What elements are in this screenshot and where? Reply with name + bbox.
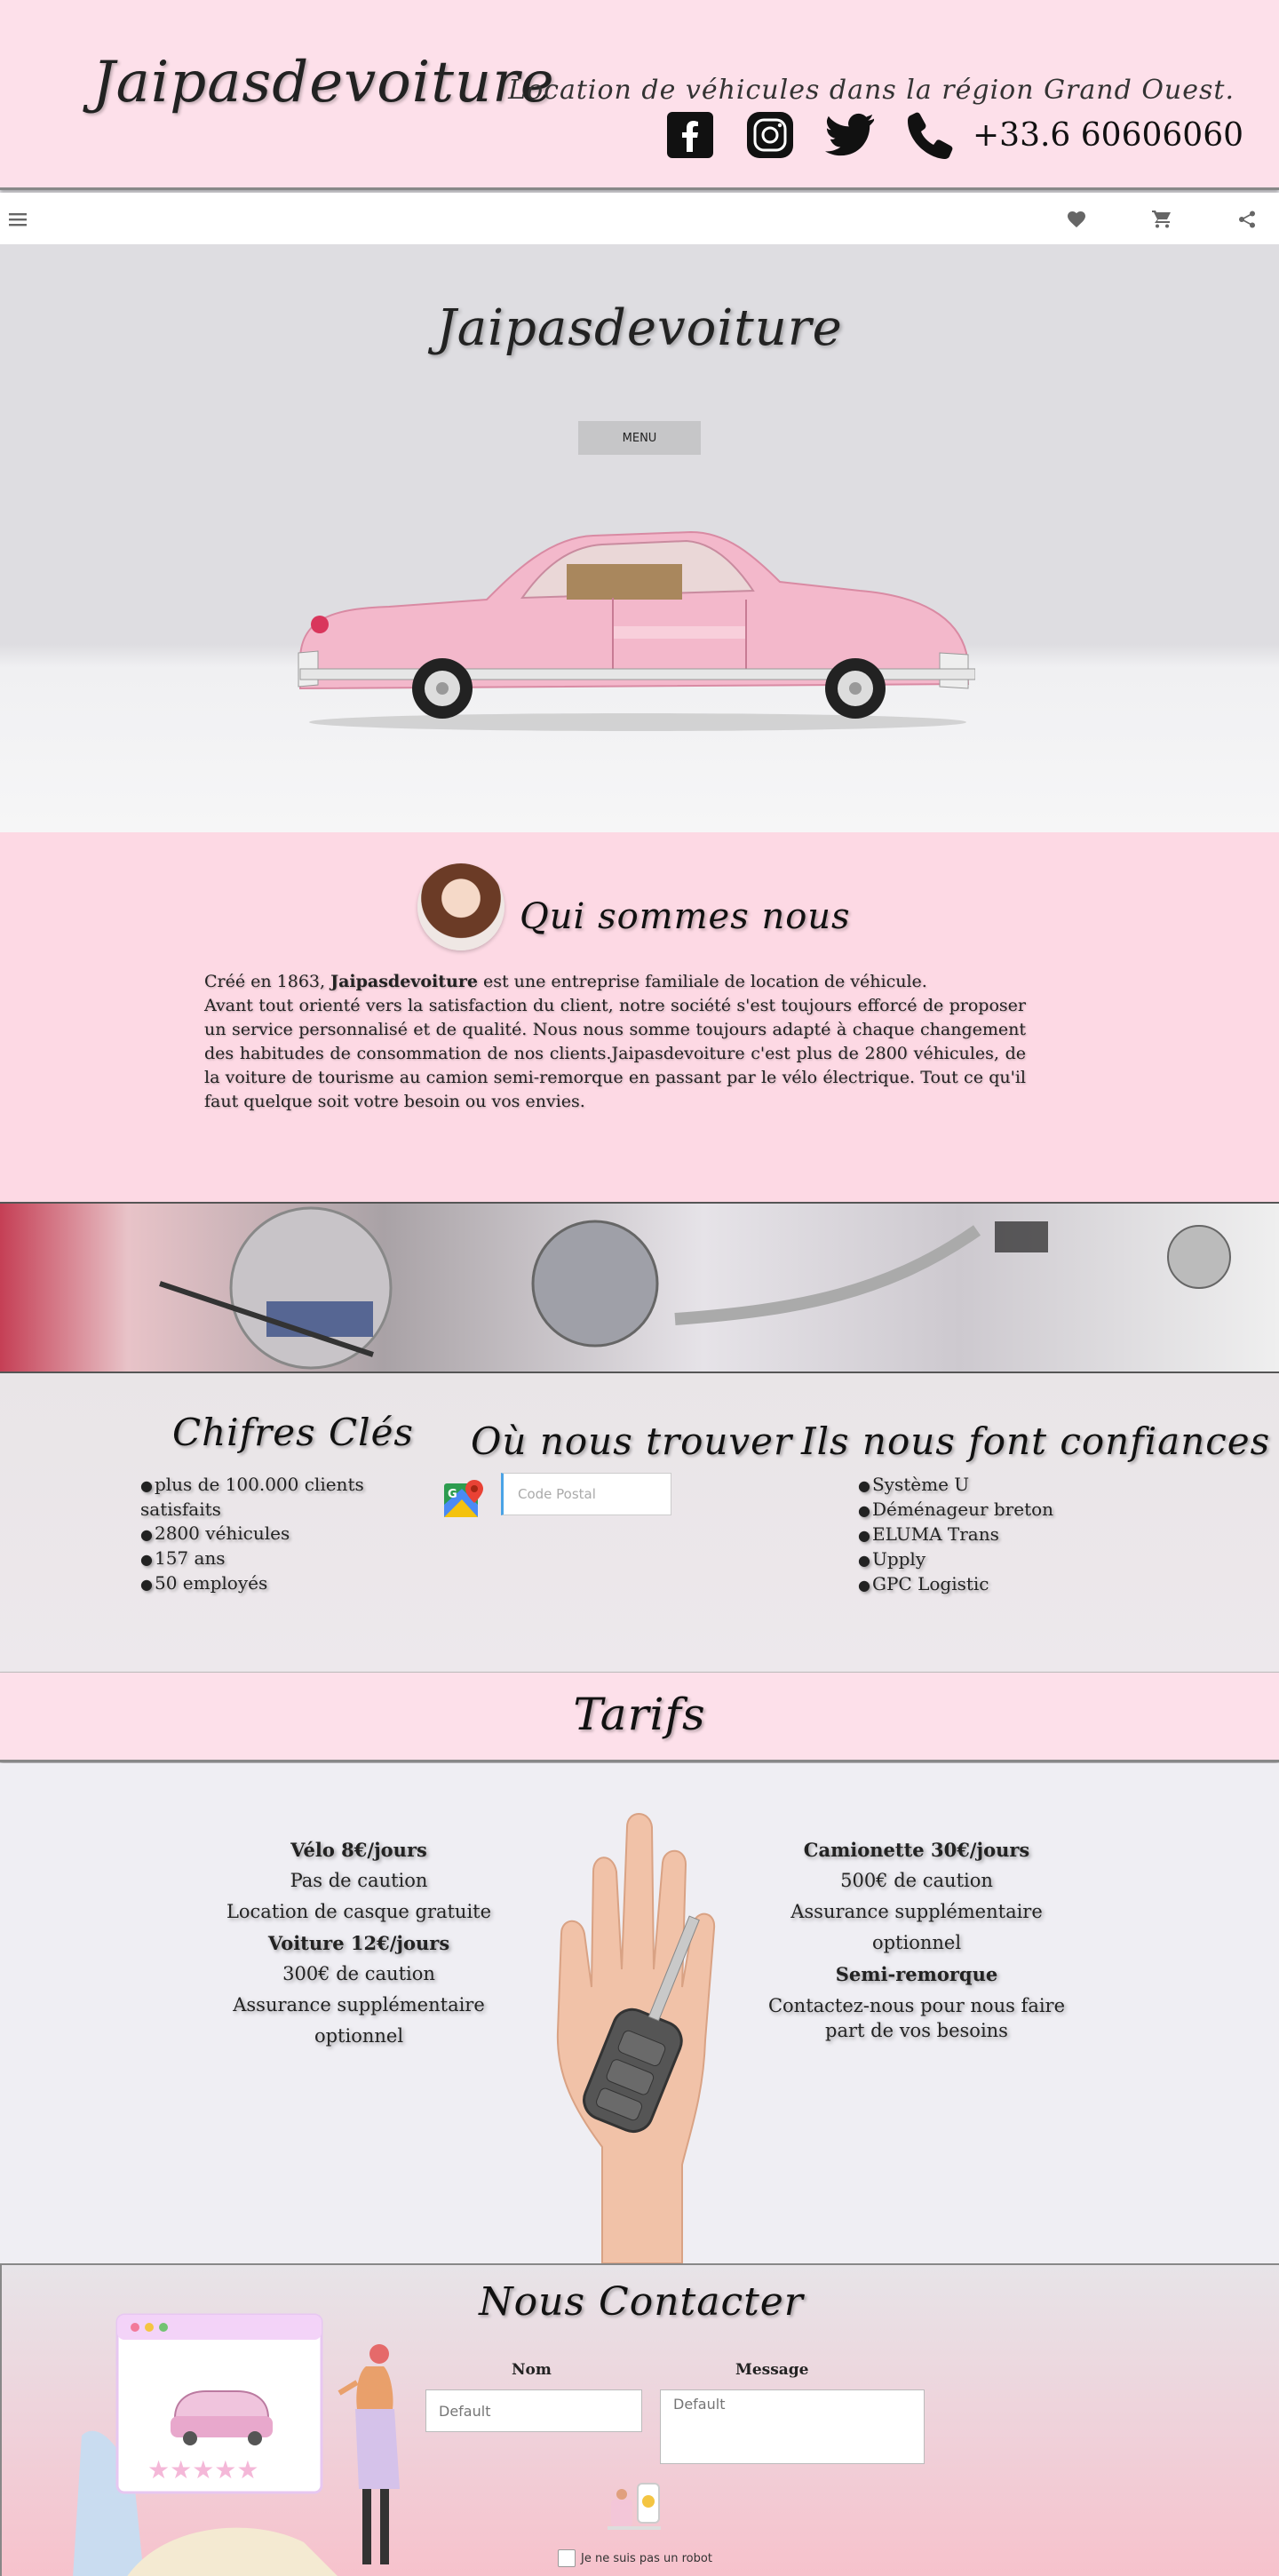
- list-item: Système U: [858, 1473, 1089, 1498]
- svg-text:★★★★★: ★★★★★: [147, 2455, 259, 2485]
- captcha-checkbox[interactable]: Je ne suis pas un robot: [558, 2549, 712, 2567]
- info-section: Chifres Clés plus de 100.000 clients sat…: [0, 1373, 1279, 1672]
- share-icon[interactable]: [1236, 209, 1258, 230]
- site-logo[interactable]: Jaipasdevoiture: [92, 50, 555, 115]
- name-input[interactable]: [425, 2389, 642, 2432]
- captcha-box[interactable]: [558, 2549, 576, 2567]
- tarif-line: Assurance supplémentaire optionnel: [233, 1994, 485, 2047]
- social-links: +33.6 60606060: [665, 110, 1243, 160]
- postal-code-input[interactable]: [501, 1473, 671, 1515]
- founder-avatar: [417, 863, 504, 950]
- pink-car-image: [298, 530, 975, 731]
- tarif-line: Semi-remorque: [835, 1963, 998, 1985]
- about-intro-suffix: est une entreprise familiale de location…: [477, 972, 927, 991]
- twitter-icon[interactable]: [825, 110, 875, 160]
- tarifs-header: Tarifs: [0, 1672, 1279, 1762]
- partners-list: Système U Déménageur breton ELUMA Trans …: [858, 1473, 1089, 1597]
- tarif-line: 500€ de caution: [840, 1870, 993, 1891]
- key-figures-list: plus de 100.000 clients satisfaits 2800 …: [140, 1473, 371, 1596]
- svg-text:G: G: [448, 1488, 457, 1501]
- toolbar: [0, 193, 1279, 244]
- tarif-line: Contactez-nous pour nous faire part de v…: [767, 1995, 1066, 2041]
- list-item: Upply: [858, 1547, 1089, 1572]
- tarifs-left-column: Vélo 8€/jours Pas de caution Location de…: [197, 1834, 520, 2052]
- header-tagline: Location de véhicules dans la région Gra…: [508, 75, 1235, 106]
- about-title: Qui sommes nous: [520, 896, 851, 937]
- phone-number[interactable]: +33.6 60606060: [973, 117, 1243, 154]
- list-item: Déménageur breton: [858, 1498, 1089, 1523]
- about-intro-prefix: Créé en 1863,: [204, 972, 331, 991]
- captcha-label: Je ne suis pas un robot: [581, 2551, 712, 2565]
- tarif-line: Voiture 12€/jours: [267, 1932, 450, 1954]
- about-section: Qui sommes nous Créé en 1863, Jaipasdevo…: [0, 832, 1279, 1202]
- key-figures-title: Chifres Clés: [172, 1411, 414, 1454]
- about-text: Créé en 1863, Jaipasdevoiture est une en…: [204, 970, 1026, 1114]
- list-item: ELUMA Trans: [858, 1523, 1089, 1547]
- captcha-illustration: [608, 2483, 661, 2530]
- list-item: 157 ans: [140, 1546, 371, 1571]
- cart-icon[interactable]: [1151, 209, 1172, 230]
- tarif-line: Location de casque gratuite: [226, 1901, 492, 1922]
- message-input[interactable]: [660, 2389, 925, 2464]
- about-brand: Jaipasdevoiture: [330, 972, 478, 991]
- heart-icon[interactable]: [1066, 209, 1087, 230]
- phone-icon[interactable]: [905, 110, 955, 160]
- name-label: Nom: [512, 2361, 552, 2379]
- site-header: Jaipasdevoiture Location de véhicules da…: [0, 0, 1279, 190]
- contact-section: Nous Contacter ★★★★★ Nom Message Je ne s…: [0, 2263, 1279, 2576]
- about-body: Avant tout orienté vers la satisfaction …: [204, 996, 1026, 1111]
- car-rating-illustration: ★★★★★: [73, 2313, 400, 2576]
- hamburger-icon[interactable]: [7, 209, 28, 230]
- tarif-line: Camionette 30€/jours: [803, 1839, 1030, 1861]
- list-item: plus de 100.000 clients satisfaits: [140, 1473, 371, 1522]
- hand-with-car-key-image: [556, 1813, 716, 2263]
- facebook-icon[interactable]: [665, 110, 715, 160]
- menu-button[interactable]: MENU: [578, 421, 701, 455]
- list-item: GPC Logistic: [858, 1572, 1089, 1597]
- find-us-title: Où nous trouver: [471, 1419, 793, 1463]
- tarif-line: 300€ de caution: [282, 1963, 435, 1984]
- hero-section: Jaipasdevoiture MENU: [0, 244, 1279, 832]
- hero-title: Jaipasdevoiture: [436, 299, 843, 357]
- tarifs-section: Vélo 8€/jours Pas de caution Location de…: [0, 1763, 1279, 2263]
- google-maps-icon[interactable]: G: [442, 1478, 485, 1521]
- list-item: 2800 véhicules: [140, 1522, 371, 1546]
- tarif-line: Vélo 8€/jours: [290, 1839, 427, 1861]
- tarif-line: Pas de caution: [290, 1870, 428, 1891]
- message-label: Message: [735, 2361, 809, 2379]
- dashboard-banner-image: [0, 1202, 1279, 1373]
- tarif-line: Assurance supplémentaire optionnel: [790, 1901, 1043, 1953]
- partners-title: Ils nous font confiances: [801, 1419, 1271, 1463]
- tarifs-right-column: Camionette 30€/jours 500€ de caution Ass…: [760, 1834, 1073, 2043]
- list-item: 50 employés: [140, 1571, 371, 1596]
- instagram-icon[interactable]: [745, 110, 795, 160]
- tarifs-title: Tarifs: [573, 1689, 706, 1740]
